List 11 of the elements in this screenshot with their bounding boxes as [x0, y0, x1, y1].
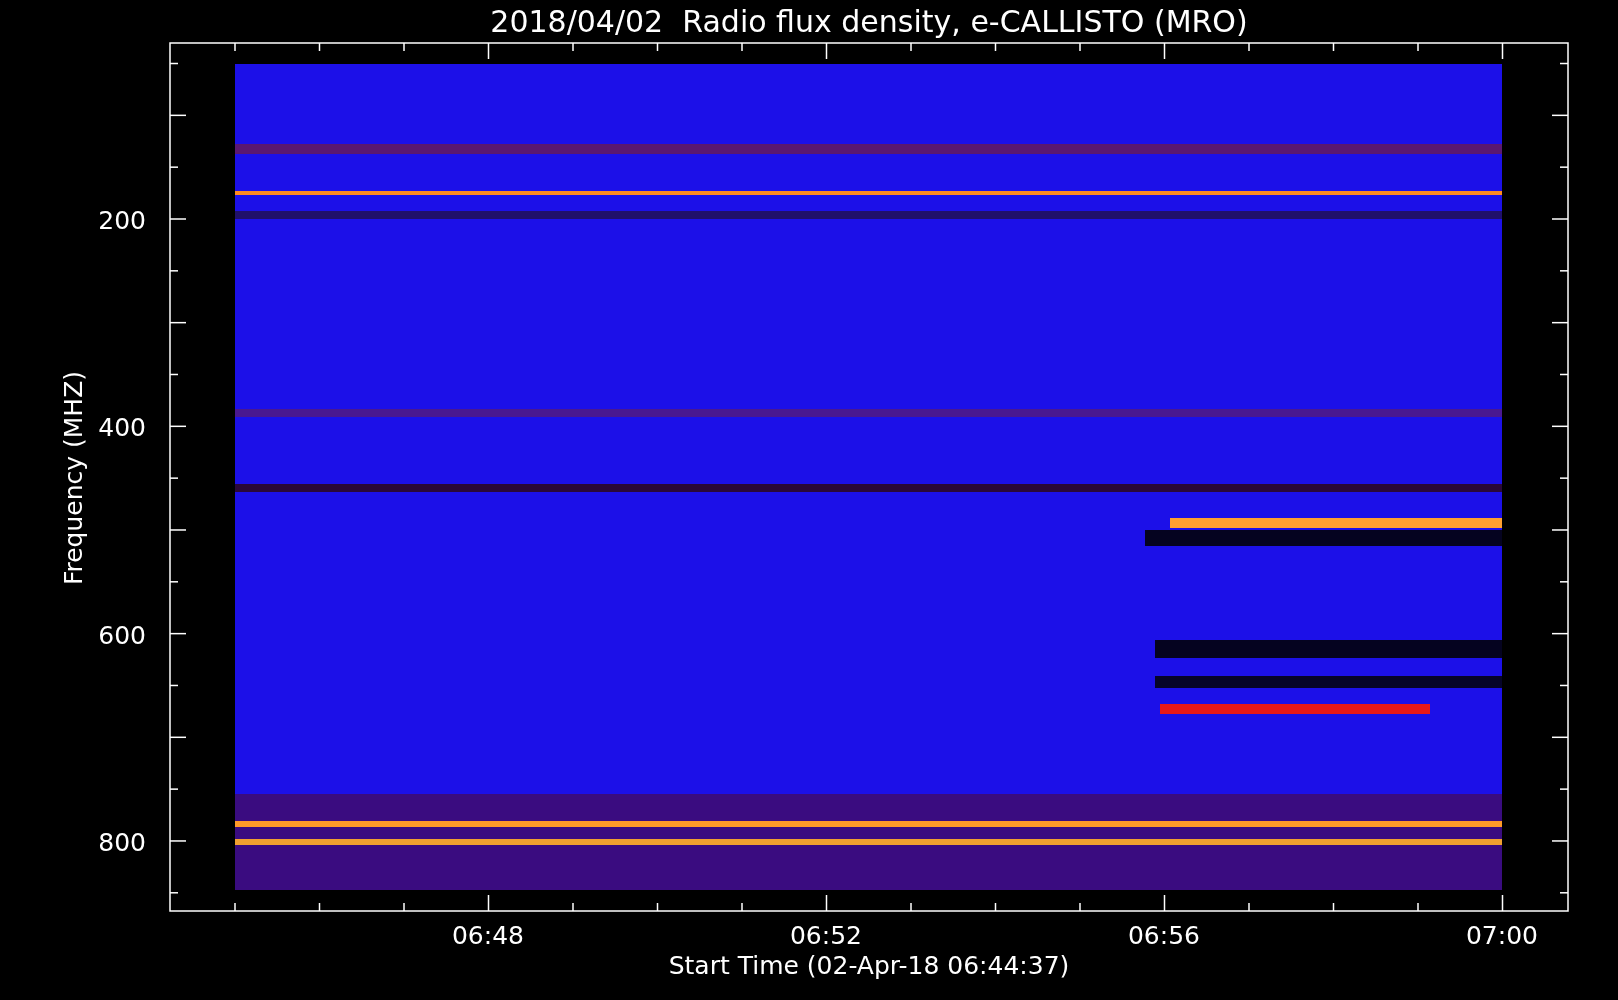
axis-tick-label: 07:00 — [1466, 921, 1538, 950]
axis-tick-label: 600 — [98, 620, 146, 650]
axis-tick-label: 800 — [98, 827, 146, 857]
axis-tick-label: 06:56 — [1128, 921, 1200, 950]
axis-tick-label: 400 — [98, 413, 146, 443]
plot-title: 2018/04/02 Radio flux density, e-CALLISTO (MRO) — [490, 4, 1248, 39]
axis-title: Start Time (02-Apr-18 06:44:37) — [668, 951, 1070, 980]
axis-tick-label: 06:48 — [452, 921, 524, 950]
axis-tick-label: 200 — [98, 206, 146, 235]
axis-title: Frequency (MHZ) — [59, 370, 88, 586]
axis-tick-label: 06:52 — [790, 921, 862, 950]
